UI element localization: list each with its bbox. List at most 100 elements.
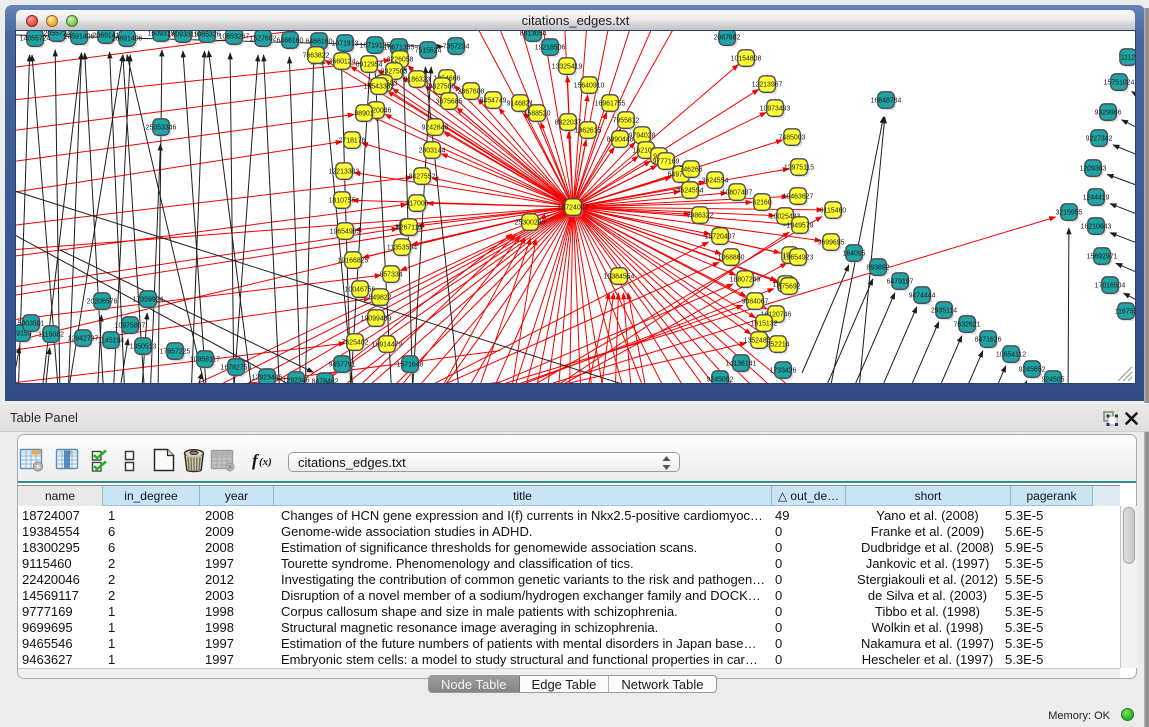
- svg-text:8912954: 8912954: [356, 62, 383, 69]
- svg-text:1115082: 1115082: [38, 332, 64, 339]
- svg-text:8186323: 8186323: [404, 77, 431, 84]
- svg-text:16543382: 16543382: [364, 84, 395, 91]
- svg-text:1362615: 1362615: [575, 128, 602, 135]
- svg-text:16782759: 16782759: [221, 365, 252, 372]
- svg-text:8478462: 8478462: [312, 379, 339, 384]
- svg-text:417006: 417006: [406, 201, 429, 208]
- svg-text:7663822: 7663822: [303, 53, 330, 60]
- svg-text:1209383: 1209383: [1080, 166, 1107, 173]
- svg-text:1071913: 1071913: [332, 41, 359, 48]
- svg-text:7955812: 7955812: [613, 118, 640, 125]
- svg-text:9327505: 9327505: [429, 84, 456, 91]
- svg-text:7625402: 7625402: [342, 340, 369, 347]
- svg-text:17016504: 17016504: [1095, 283, 1126, 290]
- svg-text:1112: 1112: [1121, 55, 1135, 62]
- svg-text:8427552: 8427552: [409, 174, 436, 181]
- svg-text:9084067: 9084067: [742, 299, 769, 306]
- svg-text:17359924: 17359924: [133, 297, 164, 304]
- svg-text:9457791: 9457791: [329, 362, 356, 369]
- svg-text:8471626: 8471626: [975, 337, 1002, 344]
- svg-text:16914479: 16914479: [372, 342, 403, 349]
- svg-text:5003501: 5003501: [18, 321, 45, 328]
- svg-text:2087682: 2087682: [714, 35, 741, 42]
- svg-text:1588520: 1588520: [524, 111, 551, 118]
- svg-text:746266: 746266: [680, 167, 703, 174]
- svg-text:16961755: 16961755: [595, 101, 626, 108]
- svg-text:7357234: 7357234: [443, 44, 470, 51]
- svg-text:12975115: 12975115: [784, 165, 814, 172]
- svg-text:9227342: 9227342: [1086, 136, 1113, 143]
- svg-text:20691406: 20691406: [112, 36, 143, 43]
- svg-text:9474444: 9474444: [909, 293, 936, 300]
- svg-text:8813054: 8813054: [520, 31, 547, 38]
- svg-text:10975887: 10975887: [115, 323, 146, 330]
- svg-text:9245652: 9245652: [1019, 367, 1046, 374]
- svg-text:10807487: 10807487: [722, 190, 753, 197]
- svg-text:11353594: 11353594: [387, 245, 417, 252]
- svg-text:2803144: 2803144: [419, 148, 446, 155]
- svg-text:3215955: 3215955: [1056, 210, 1083, 217]
- svg-text:10653267: 10653267: [219, 34, 250, 41]
- svg-text:(x): (x): [259, 456, 272, 468]
- svg-text:19218506: 19218506: [535, 45, 566, 52]
- svg-text:9329966: 9329966: [1095, 110, 1122, 117]
- svg-text:116753: 116753: [1115, 309, 1135, 316]
- svg-text:9777169: 9777169: [653, 159, 680, 166]
- svg-text:924505: 924505: [1042, 377, 1065, 384]
- svg-text:19099489: 19099489: [361, 316, 392, 323]
- svg-text:2935114: 2935114: [931, 308, 957, 315]
- svg-text:1949579: 1949579: [787, 223, 814, 230]
- svg-text:18807249: 18807249: [730, 277, 761, 284]
- svg-text:15640910: 15640910: [574, 83, 605, 90]
- svg-text:25300295: 25300295: [515, 220, 546, 227]
- svg-text:893892: 893892: [867, 265, 890, 272]
- svg-text:10958117: 10958117: [190, 357, 220, 364]
- svg-text:10046756: 10046756: [345, 287, 376, 294]
- svg-text:19463627: 19463627: [783, 194, 814, 201]
- svg-text:3660124: 3660124: [329, 59, 356, 66]
- svg-text:25053346: 25053346: [146, 125, 177, 132]
- svg-text:15751024: 15751024: [1104, 80, 1135, 87]
- svg-text:62160: 62160: [752, 200, 771, 207]
- svg-text:1350513: 1350513: [130, 344, 157, 351]
- svg-text:15720407: 15720407: [705, 234, 736, 241]
- svg-text:975692: 975692: [778, 284, 801, 291]
- svg-text:7515524: 7515524: [415, 48, 442, 55]
- svg-text:17957225: 17957225: [160, 349, 191, 356]
- svg-text:6479197: 6479197: [887, 279, 914, 286]
- svg-text:98901: 98901: [354, 111, 373, 118]
- svg-text:164095: 164095: [843, 251, 866, 258]
- svg-text:1527602: 1527602: [250, 36, 277, 43]
- svg-text:20206576: 20206576: [87, 299, 118, 306]
- svg-text:10973493: 10973493: [760, 106, 791, 113]
- svg-text:1615132: 1615132: [751, 321, 778, 328]
- svg-text:3624554: 3624554: [702, 178, 729, 185]
- svg-text:14136141: 14136141: [726, 361, 757, 368]
- svg-text:1068860: 1068860: [718, 255, 745, 262]
- svg-text:16648784: 16648784: [871, 98, 902, 105]
- svg-text:10154808: 10154808: [731, 56, 762, 63]
- svg-text:6466160: 6466160: [306, 39, 333, 46]
- svg-text:9794028: 9794028: [629, 133, 656, 140]
- svg-text:6466160: 6466160: [277, 38, 304, 45]
- svg-text:252214: 252214: [767, 342, 790, 349]
- svg-text:2867608: 2867608: [458, 89, 485, 96]
- svg-text:9245092: 9245092: [707, 377, 734, 384]
- svg-text:7632621: 7632621: [954, 322, 981, 329]
- svg-text:1065326: 1065326: [194, 32, 221, 39]
- svg-text:1810755: 1810755: [329, 198, 356, 205]
- svg-text:19654923: 19654923: [783, 255, 814, 262]
- svg-text:9699695: 9699695: [818, 240, 845, 247]
- svg-text:12213967: 12213967: [752, 82, 783, 89]
- svg-text:1292346: 1292346: [283, 378, 310, 384]
- svg-text:8454749: 8454749: [480, 98, 507, 105]
- svg-text:3624554: 3624554: [677, 188, 704, 195]
- svg-text:10654112: 10654112: [996, 352, 1026, 359]
- svg-text:857334: 857334: [380, 272, 403, 279]
- svg-text:8267115: 8267115: [396, 225, 422, 232]
- svg-text:15692971: 15692971: [1087, 254, 1118, 261]
- svg-text:7485003: 7485003: [779, 135, 806, 142]
- svg-text:12213383: 12213383: [329, 169, 360, 176]
- svg-text:849822: 849822: [369, 295, 392, 302]
- svg-text:20591406: 20591406: [64, 34, 95, 41]
